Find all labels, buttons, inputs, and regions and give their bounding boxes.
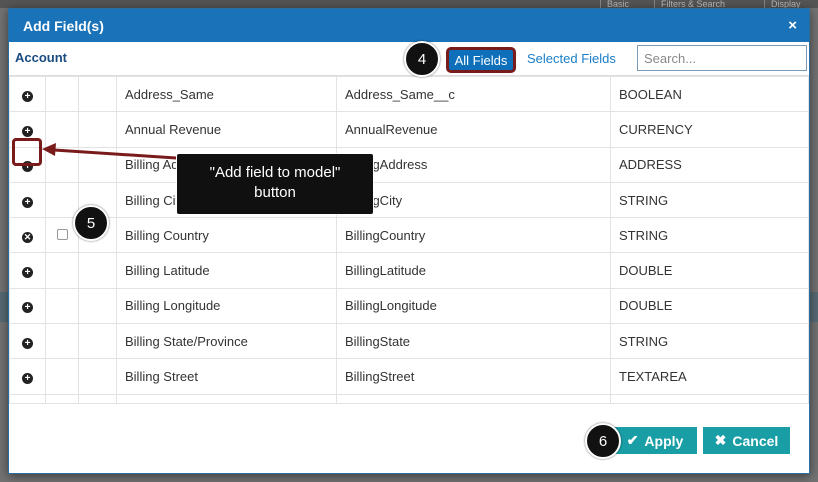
field-row: + Billing Street BillingStreet TEXTAREA: [9, 358, 809, 395]
add-fields-modal: Add Field(s) × Account All Fields Select…: [8, 8, 810, 474]
field-api-name: BillingCity: [336, 181, 611, 219]
field-checkbox-cell: [45, 76, 79, 113]
field-type: STRING: [610, 217, 809, 254]
callout-line1: "Add field to model": [209, 164, 341, 181]
field-api-name: BillingStreet: [336, 358, 611, 395]
field-spacer-cell: [78, 252, 117, 289]
field-action-cell: ✕: [9, 217, 46, 254]
add-field-icon[interactable]: +: [22, 373, 33, 385]
field-action-cell: +: [9, 323, 46, 360]
field-type: ADDRESS: [610, 146, 809, 183]
field-action-cell: +: [9, 287, 46, 325]
modal-title: Add Field(s): [23, 17, 104, 34]
field-label: Billing Country: [116, 217, 337, 254]
step-badge-4: 4: [404, 41, 440, 77]
field-api-name: BillingAddress: [336, 146, 611, 183]
field-spacer-cell: [78, 323, 117, 360]
field-type: STRING: [610, 181, 809, 219]
field-action-cell: +: [9, 76, 46, 113]
field-type: STRING: [610, 393, 809, 403]
field-row: ✕ Billing Country BillingCountry STRING: [9, 217, 809, 254]
background-tab-basic: Basic: [600, 0, 635, 9]
add-field-icon[interactable]: +: [22, 90, 33, 102]
field-type: DOUBLE: [610, 252, 809, 289]
background-topbar: Basic Filters & Search Display: [0, 0, 818, 9]
field-action-cell: +: [9, 358, 46, 395]
field-spacer-cell: [78, 287, 117, 325]
field-type: TEXTAREA: [610, 358, 809, 395]
field-api-name: BillingLongitude: [336, 287, 611, 325]
annotation-callout: "Add field to model" button: [176, 153, 374, 215]
field-label: Billing State/Province: [116, 323, 337, 360]
field-api-name: AnnualRevenue: [336, 111, 611, 148]
field-checkbox-cell: [45, 252, 79, 289]
field-checkbox-cell: [45, 358, 79, 395]
callout-line2: button: [254, 184, 296, 201]
field-api-name: BillingPostalCode: [336, 393, 611, 403]
x-icon: ✖: [714, 432, 727, 448]
field-row: + Billing Zip/Postal CodeBillingPostalCod…: [9, 393, 809, 403]
field-label: Billing Longitude: [116, 287, 337, 325]
field-action-cell: +: [9, 393, 46, 403]
field-label: Billing Latitude: [116, 252, 337, 289]
field-type: STRING: [610, 323, 809, 360]
field-type: DOUBLE: [610, 287, 809, 325]
field-type: BOOLEAN: [610, 76, 809, 113]
field-label: Billing Street: [116, 358, 337, 395]
add-button-highlight: [12, 138, 42, 166]
field-row: + Billing Longitude BillingLongitude DOUBLE: [9, 287, 809, 325]
step-badge-6: 6: [585, 423, 621, 459]
all-fields-button[interactable]: All Fields: [446, 47, 516, 73]
modal-header: Add Field(s) ×: [9, 9, 809, 42]
field-type: CURRENCY: [610, 111, 809, 148]
field-checkbox[interactable]: [56, 228, 68, 240]
field-api-name: BillingLatitude: [336, 252, 611, 289]
field-row: +Billing CityBillingCitySTRING: [9, 181, 809, 219]
fields-table: + Address_Same Address_Same__c BOOLEAN + Annu…: [9, 76, 809, 403]
field-checkbox-cell: [45, 323, 79, 360]
object-label: Account: [15, 50, 67, 65]
cancel-label: Cancel: [732, 432, 779, 449]
apply-label: Apply: [644, 432, 684, 449]
add-field-icon[interactable]: +: [22, 196, 33, 208]
background-tab-display: Display: [764, 0, 807, 9]
add-field-icon[interactable]: +: [22, 267, 33, 279]
add-field-icon[interactable]: +: [22, 337, 33, 349]
field-api-name: BillingCountry: [336, 217, 611, 254]
remove-field-icon[interactable]: ✕: [22, 231, 33, 243]
field-api-name: BillingState: [336, 323, 611, 360]
field-row: + Billing State/Province BillingState STRIN…: [9, 323, 809, 360]
field-checkbox-cell: [45, 181, 79, 219]
field-row: + Address_Same Address_Same__c BOOLEAN: [9, 76, 809, 113]
field-action-cell: +: [9, 181, 46, 219]
add-field-icon[interactable]: +: [22, 302, 33, 314]
field-action-cell: +: [9, 252, 46, 289]
field-label: Billing Zip/Postal Code: [116, 393, 337, 403]
search-input[interactable]: [637, 45, 807, 71]
field-api-name: Address_Same__c: [336, 76, 611, 113]
field-spacer-cell: [78, 358, 117, 395]
selected-fields-link[interactable]: Selected Fields: [527, 51, 616, 66]
cancel-button[interactable]: ✖ Cancel: [703, 427, 790, 454]
field-label: Address_Same: [116, 76, 337, 113]
add-field-icon[interactable]: +: [22, 125, 33, 137]
close-icon[interactable]: ×: [788, 17, 797, 34]
apply-button[interactable]: ✔ Apply: [613, 427, 697, 454]
field-spacer-cell: [78, 76, 117, 113]
field-spacer-cell: [78, 393, 117, 403]
step-badge-5: 5: [73, 205, 109, 241]
background-tab-filters: Filters & Search: [654, 0, 731, 9]
field-checkbox-cell: [45, 287, 79, 325]
annotation-arrow: [42, 143, 177, 160]
check-icon: ✔: [626, 432, 639, 448]
field-row: + Billing Latitude BillingLatitude DOUBLE: [9, 252, 809, 289]
field-checkbox-cell: [45, 393, 79, 403]
fields-grid[interactable]: + Address_Same Address_Same__c BOOLEAN + Annu…: [9, 75, 809, 403]
